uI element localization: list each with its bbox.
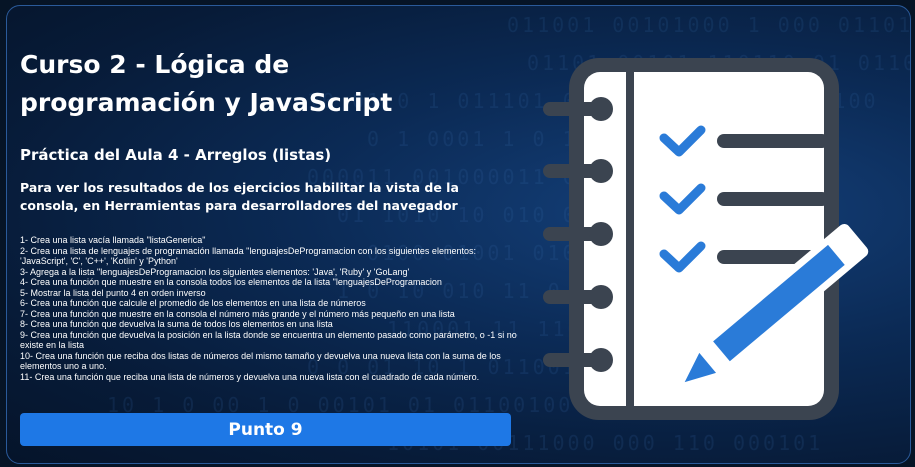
console-instructions: Para ver los resultados de los ejercicio… (20, 180, 459, 213)
list-item: 3- Agrega a la lista "lenguajesDeProgram… (20, 266, 410, 277)
page-title: Curso 2 - Lógica de programación y JavaS… (20, 50, 393, 117)
list-item: 10- Crea una función que reciba dos list… (20, 350, 501, 372)
exercise-list: 1- Crea una lista vacía llamada "listaGe… (20, 235, 520, 382)
punto-9-button[interactable]: Punto 9 (20, 413, 511, 446)
list-item: 1- Crea una lista vacía llamada "listaGe… (20, 235, 206, 245)
list-item: 7- Crea una función que muestre en la co… (20, 308, 455, 319)
list-item: 4- Crea una función que muestre en la co… (20, 277, 442, 287)
practice-card: 011001 00101000 1 000 01101100 01000 011… (6, 5, 911, 464)
list-item: 5- Mostrar la lista del punto 4 en orden… (20, 287, 206, 298)
list-item: 6- Crea una función que calcule el prome… (20, 298, 366, 308)
lesson-subtitle: Práctica del Aula 4 - Arreglos (listas) (20, 146, 332, 164)
list-item: 11- Crea una función que reciba una list… (20, 371, 480, 382)
list-item: 8- Crea una función que devuelva la suma… (20, 319, 333, 329)
list-item: 9- Crea una función que devuelva la posi… (20, 329, 517, 351)
list-item: 2- Crea una lista de lenguajes de progra… (20, 245, 476, 267)
checklist-notebook-pencil-icon (543, 58, 869, 420)
